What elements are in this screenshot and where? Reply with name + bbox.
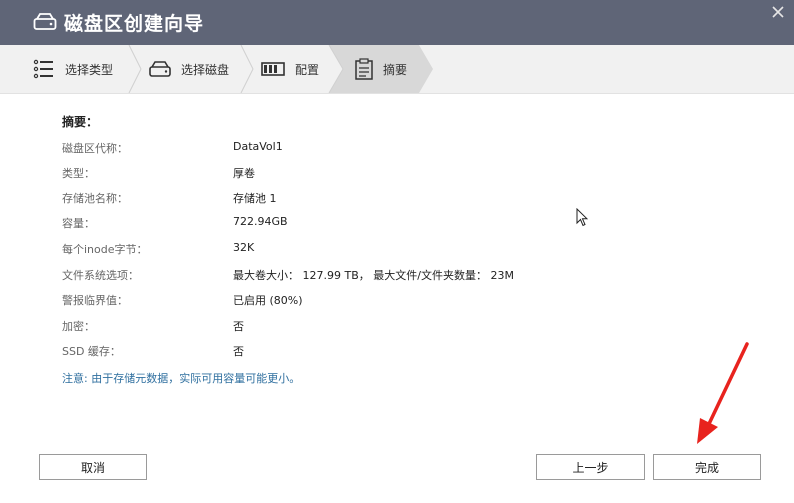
- row-value: 722.94GB: [233, 215, 288, 228]
- row-label: 磁盘区代称：: [62, 142, 128, 155]
- row-label: 存储池名称：: [62, 192, 128, 205]
- step-label: 摘要: [383, 62, 408, 77]
- title-bar: 磁盘区创建向导: [0, 0, 794, 45]
- row-value: 存储池 1: [233, 192, 277, 205]
- row-label: 文件系统选项：: [62, 269, 139, 282]
- step-config: 配置: [261, 45, 319, 93]
- finish-button[interactable]: 完成: [653, 454, 761, 480]
- row-label: 加密：: [62, 320, 95, 333]
- step-label: 配置: [295, 62, 320, 77]
- close-icon[interactable]: [770, 4, 786, 20]
- disk-icon: [149, 61, 171, 77]
- step-label: 选择类型: [65, 62, 114, 77]
- storage-note: 注意: 由于存储元数据，实际可用容量可能更小。: [62, 372, 301, 385]
- step-select-type: 选择类型: [33, 45, 113, 93]
- row-value: 已启用 (80%): [233, 294, 303, 307]
- row-value: 否: [233, 320, 244, 333]
- row-label: SSD 缓存：: [62, 345, 121, 358]
- row-label: 容量：: [62, 217, 95, 230]
- row-label: 类型：: [62, 167, 95, 180]
- row-label: 警报临界值：: [62, 294, 128, 307]
- back-button[interactable]: 上一步: [536, 454, 645, 480]
- step-select-disk: 选择磁盘: [149, 45, 229, 93]
- row-label: 每个inode字节：: [62, 243, 148, 256]
- row-value: 最大卷大小： 127.99 TB， 最大文件/文件夹数量： 23M: [233, 269, 514, 282]
- disk-icon: [33, 13, 57, 30]
- summary-heading: 摘要：: [62, 115, 99, 129]
- row-value: 厚卷: [233, 167, 255, 180]
- dialog-title: 磁盘区创建向导: [64, 13, 205, 35]
- wizard-steps: 选择类型 选择磁盘 配置 摘要: [0, 45, 794, 94]
- step-label: 选择磁盘: [181, 62, 230, 77]
- clipboard-icon: [355, 58, 373, 80]
- config-icon: [261, 62, 285, 76]
- cancel-button[interactable]: 取消: [39, 454, 147, 480]
- mouse-cursor-icon: [576, 208, 588, 227]
- step-summary: 摘要: [355, 45, 407, 93]
- list-icon: [33, 59, 53, 79]
- row-value: DataVol1: [233, 140, 283, 153]
- row-value: 否: [233, 345, 244, 358]
- row-value: 32K: [233, 241, 255, 254]
- annotation-arrow-icon: [697, 342, 749, 444]
